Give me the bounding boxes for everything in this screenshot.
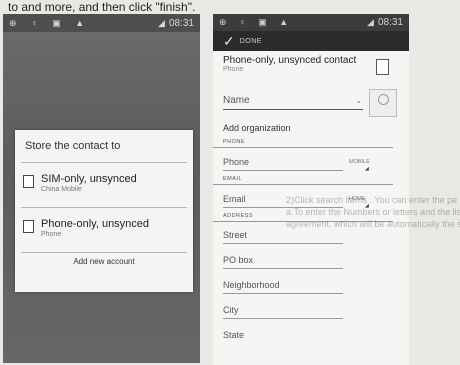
status-bar: ⊕ ♀ ▣ ▲ ◢ 08:31 bbox=[213, 14, 409, 31]
state-input[interactable]: State bbox=[223, 330, 244, 340]
pobox-input[interactable]: PO box bbox=[223, 255, 253, 265]
city-input[interactable]: City bbox=[223, 305, 239, 315]
email-field-row: Email HOME ◢ bbox=[213, 185, 409, 211]
option-sim-only[interactable]: SIM-only, unsynced China Mobile bbox=[15, 163, 193, 207]
option-label: SIM-only, unsynced bbox=[41, 173, 137, 185]
dialog-title: Store the contact to bbox=[25, 140, 121, 152]
status-time: 08:31 bbox=[377, 17, 403, 28]
name-underline bbox=[223, 109, 363, 110]
section-header-address: ADDRESS bbox=[213, 211, 393, 222]
email-type-selector[interactable]: HOME bbox=[349, 196, 366, 202]
option-phone-only[interactable]: Phone-only, unsynced Phone bbox=[15, 208, 193, 252]
status-time: 08:31 bbox=[168, 17, 194, 29]
signal-icon: ◢ bbox=[367, 17, 374, 27]
phone-icon bbox=[376, 59, 389, 75]
address-field-neighborhood: Neighborhood bbox=[213, 272, 409, 297]
phone-field-row: Phone MOBILE ◢ bbox=[213, 148, 409, 174]
store-contact-dialog: Store the contact to SIM-only, unsynced … bbox=[15, 130, 193, 292]
email-input[interactable]: Email bbox=[223, 194, 246, 204]
status-bar: ⊕ ♀ ▣ ▲ ◢ 08:31 bbox=[3, 14, 200, 32]
phone-icon bbox=[23, 220, 34, 233]
section-header-phone: PHONE bbox=[213, 137, 393, 148]
notification-icons: ⊕ ♀ ▣ ▲ bbox=[9, 17, 91, 28]
chevron-down-icon[interactable]: ⌄ bbox=[356, 97, 362, 105]
option-label: Phone-only, unsynced bbox=[41, 218, 150, 230]
checkmark-icon[interactable]: ✓ bbox=[223, 33, 235, 50]
dropdown-corner-icon: ◢ bbox=[365, 166, 369, 172]
city-underline bbox=[223, 318, 343, 319]
neighborhood-underline bbox=[223, 293, 343, 294]
address-field-street: Street bbox=[213, 222, 409, 247]
done-action-bar: ✓ DONE bbox=[213, 31, 409, 51]
name-input[interactable]: Name bbox=[223, 95, 250, 106]
left-phone-screen: ⊕ ♀ ▣ ▲ ◢ 08:31 Store the contact to SIM… bbox=[3, 14, 200, 363]
done-button[interactable]: DONE bbox=[240, 38, 262, 45]
add-new-account-button[interactable]: Add new account bbox=[15, 257, 193, 266]
account-selector[interactable]: Phone-only, unsynced contact Phone bbox=[213, 51, 409, 85]
page-caption: to and more, and then click "finish". bbox=[8, 0, 196, 14]
sim-card-icon bbox=[23, 175, 34, 188]
section-header-email: EMAIL bbox=[213, 174, 393, 185]
pobox-underline bbox=[223, 268, 343, 269]
right-phone-screen: ⊕ ♀ ▣ ▲ ◢ 08:31 ✓ DONE Phone-only, unsyn… bbox=[213, 14, 409, 365]
street-underline bbox=[223, 243, 343, 244]
address-field-state: State bbox=[213, 322, 409, 347]
name-row: Name ⌄ bbox=[213, 85, 409, 119]
contact-photo-placeholder[interactable] bbox=[369, 89, 397, 117]
dialog-divider bbox=[21, 252, 187, 253]
email-underline bbox=[223, 207, 343, 208]
phone-input[interactable]: Phone bbox=[223, 157, 249, 167]
neighborhood-input[interactable]: Neighborhood bbox=[223, 280, 280, 290]
street-input[interactable]: Street bbox=[223, 230, 247, 240]
notification-icons: ⊕ ♀ ▣ ▲ bbox=[219, 17, 294, 27]
add-organization-button[interactable]: Add organization bbox=[213, 119, 409, 137]
option-sublabel: China Mobile bbox=[41, 186, 82, 193]
phone-underline bbox=[223, 170, 343, 171]
signal-icon: ◢ bbox=[158, 17, 165, 28]
option-sublabel: Phone bbox=[41, 231, 62, 238]
dropdown-corner-icon: ◢ bbox=[365, 203, 369, 209]
address-field-city: City bbox=[213, 297, 409, 322]
address-field-pobox: PO box bbox=[213, 247, 409, 272]
phone-type-selector[interactable]: MOBILE bbox=[349, 159, 370, 165]
